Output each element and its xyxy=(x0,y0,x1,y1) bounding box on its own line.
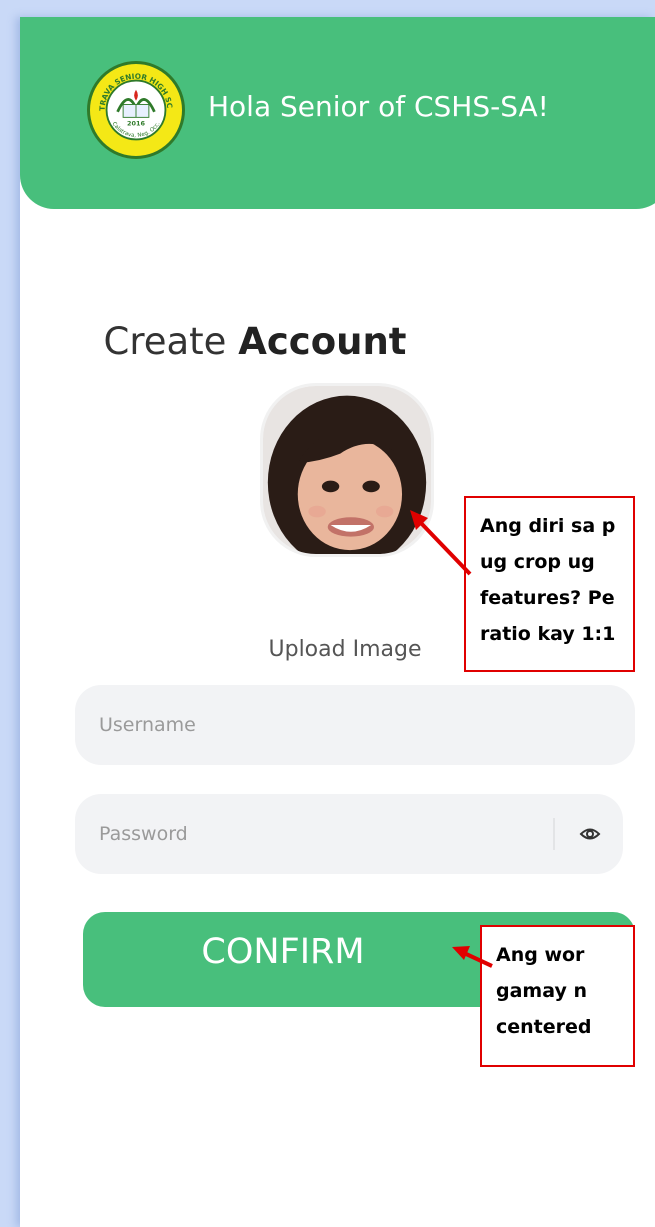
upload-image-label[interactable]: Upload Image xyxy=(220,637,470,662)
annotation-note-image: Ang diri sa p ug crop ug features? Pe ra… xyxy=(464,496,635,672)
page: CALATRAVA SENIOR HIGH SCHOOL Calatrava, … xyxy=(0,0,655,1227)
school-seal-icon: CALATRAVA SENIOR HIGH SCHOOL Calatrava, … xyxy=(90,64,179,153)
confirm-button-label: CONFIRM xyxy=(201,932,365,972)
eye-icon[interactable] xyxy=(578,822,602,846)
note-line: features? Pe xyxy=(480,587,615,609)
note-line: Ang wor xyxy=(496,944,585,966)
school-logo: CALATRAVA SENIOR HIGH SCHOOL Calatrava, … xyxy=(87,61,185,159)
password-field xyxy=(75,794,623,874)
title-bold: Account xyxy=(238,320,407,363)
note-line: centered xyxy=(496,1016,592,1038)
profile-avatar[interactable] xyxy=(260,383,434,557)
note-line: ratio kay 1:1 xyxy=(480,623,616,645)
app-header: CALATRAVA SENIOR HIGH SCHOOL Calatrava, … xyxy=(20,17,655,209)
note-line: ug crop ug xyxy=(480,551,595,573)
annotation-note-confirm: Ang wor gamay n centered xyxy=(480,925,635,1067)
password-input[interactable] xyxy=(99,816,539,852)
field-divider xyxy=(553,818,555,850)
profile-photo xyxy=(263,386,431,554)
title-light: Create xyxy=(103,320,227,363)
page-title: Create Account xyxy=(20,320,490,363)
header-title: Hola Senior of CSHS-SA! xyxy=(208,90,549,123)
username-input[interactable] xyxy=(99,707,539,743)
logo-year: 2016 xyxy=(127,120,145,128)
username-field xyxy=(75,685,635,765)
note-line: gamay n xyxy=(496,980,587,1002)
note-line: Ang diri sa p xyxy=(480,515,616,537)
